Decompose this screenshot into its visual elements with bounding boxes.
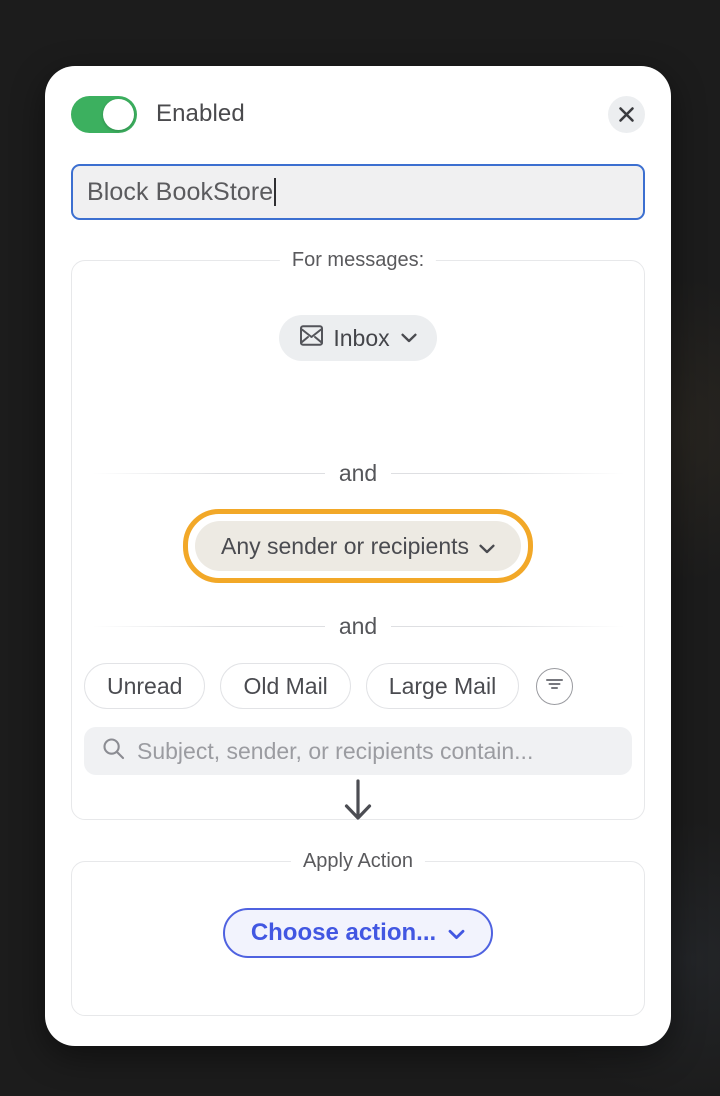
sender-chip[interactable]: Any sender or recipients xyxy=(194,521,522,571)
flow-arrow xyxy=(45,778,671,827)
choose-action-label: Choose action... xyxy=(250,919,437,946)
filter-chip-label: Unread xyxy=(107,672,183,699)
choose-action-row: Choose action... xyxy=(72,908,644,958)
choose-action-button[interactable]: Choose action... xyxy=(222,908,494,958)
mailbox-chip-label: Inbox xyxy=(333,324,390,351)
sender-chip-highlight: Any sender or recipients xyxy=(182,509,534,583)
separator-line-right xyxy=(391,626,624,627)
separator-and-1: and xyxy=(92,460,624,487)
chevron-down-icon xyxy=(479,533,495,560)
action-legend: Apply Action xyxy=(290,850,426,873)
card-header: Enabled xyxy=(45,88,671,140)
rule-name-input[interactable]: Block BookStore xyxy=(71,164,645,220)
filter-circle-icon xyxy=(544,676,565,697)
separator-line-right xyxy=(391,473,624,474)
separator-line-left xyxy=(92,473,325,474)
filter-options-button[interactable] xyxy=(536,667,574,705)
filter-chips-row: Unread Old Mail Large Mail xyxy=(84,663,632,709)
toggle-knob xyxy=(103,98,134,130)
sender-chip-label: Any sender or recipients xyxy=(220,532,470,559)
filter-chip-label: Old Mail xyxy=(243,672,328,699)
rule-editor-card: Enabled Block BookStore For messages: In… xyxy=(45,66,671,1046)
enabled-label: Enabled xyxy=(156,100,245,127)
search-icon xyxy=(102,737,125,765)
enabled-toggle[interactable] xyxy=(71,95,137,133)
arrow-down-icon xyxy=(341,778,375,827)
conditions-section: For messages: Inbox and Any sender or re… xyxy=(71,249,645,820)
chevron-down-icon xyxy=(401,333,417,343)
conditions-legend: For messages: xyxy=(279,249,437,272)
chevron-down-icon xyxy=(448,919,465,947)
rule-name-value: Block BookStore xyxy=(87,177,274,206)
mailbox-chip[interactable]: Inbox xyxy=(279,315,437,361)
mailbox-chip-row: Inbox xyxy=(72,315,644,361)
close-button[interactable] xyxy=(608,95,645,133)
inbox-icon xyxy=(299,324,324,353)
separator-label: and xyxy=(338,613,378,639)
text-caret xyxy=(274,178,277,206)
separator-and-2: and xyxy=(92,613,624,640)
filter-chip-unread[interactable]: Unread xyxy=(84,663,206,709)
filter-chip-old-mail[interactable]: Old Mail xyxy=(220,663,351,709)
separator-label: and xyxy=(338,460,378,486)
search-input[interactable]: Subject, sender, or recipients contain..… xyxy=(84,727,632,775)
search-placeholder: Subject, sender, or recipients contain..… xyxy=(137,737,534,764)
separator-line-left xyxy=(92,626,325,627)
action-section: Apply Action Choose action... xyxy=(71,850,645,1016)
filter-chip-label: Large Mail xyxy=(388,672,497,699)
close-icon xyxy=(618,106,635,123)
filter-chip-large-mail[interactable]: Large Mail xyxy=(365,663,520,709)
